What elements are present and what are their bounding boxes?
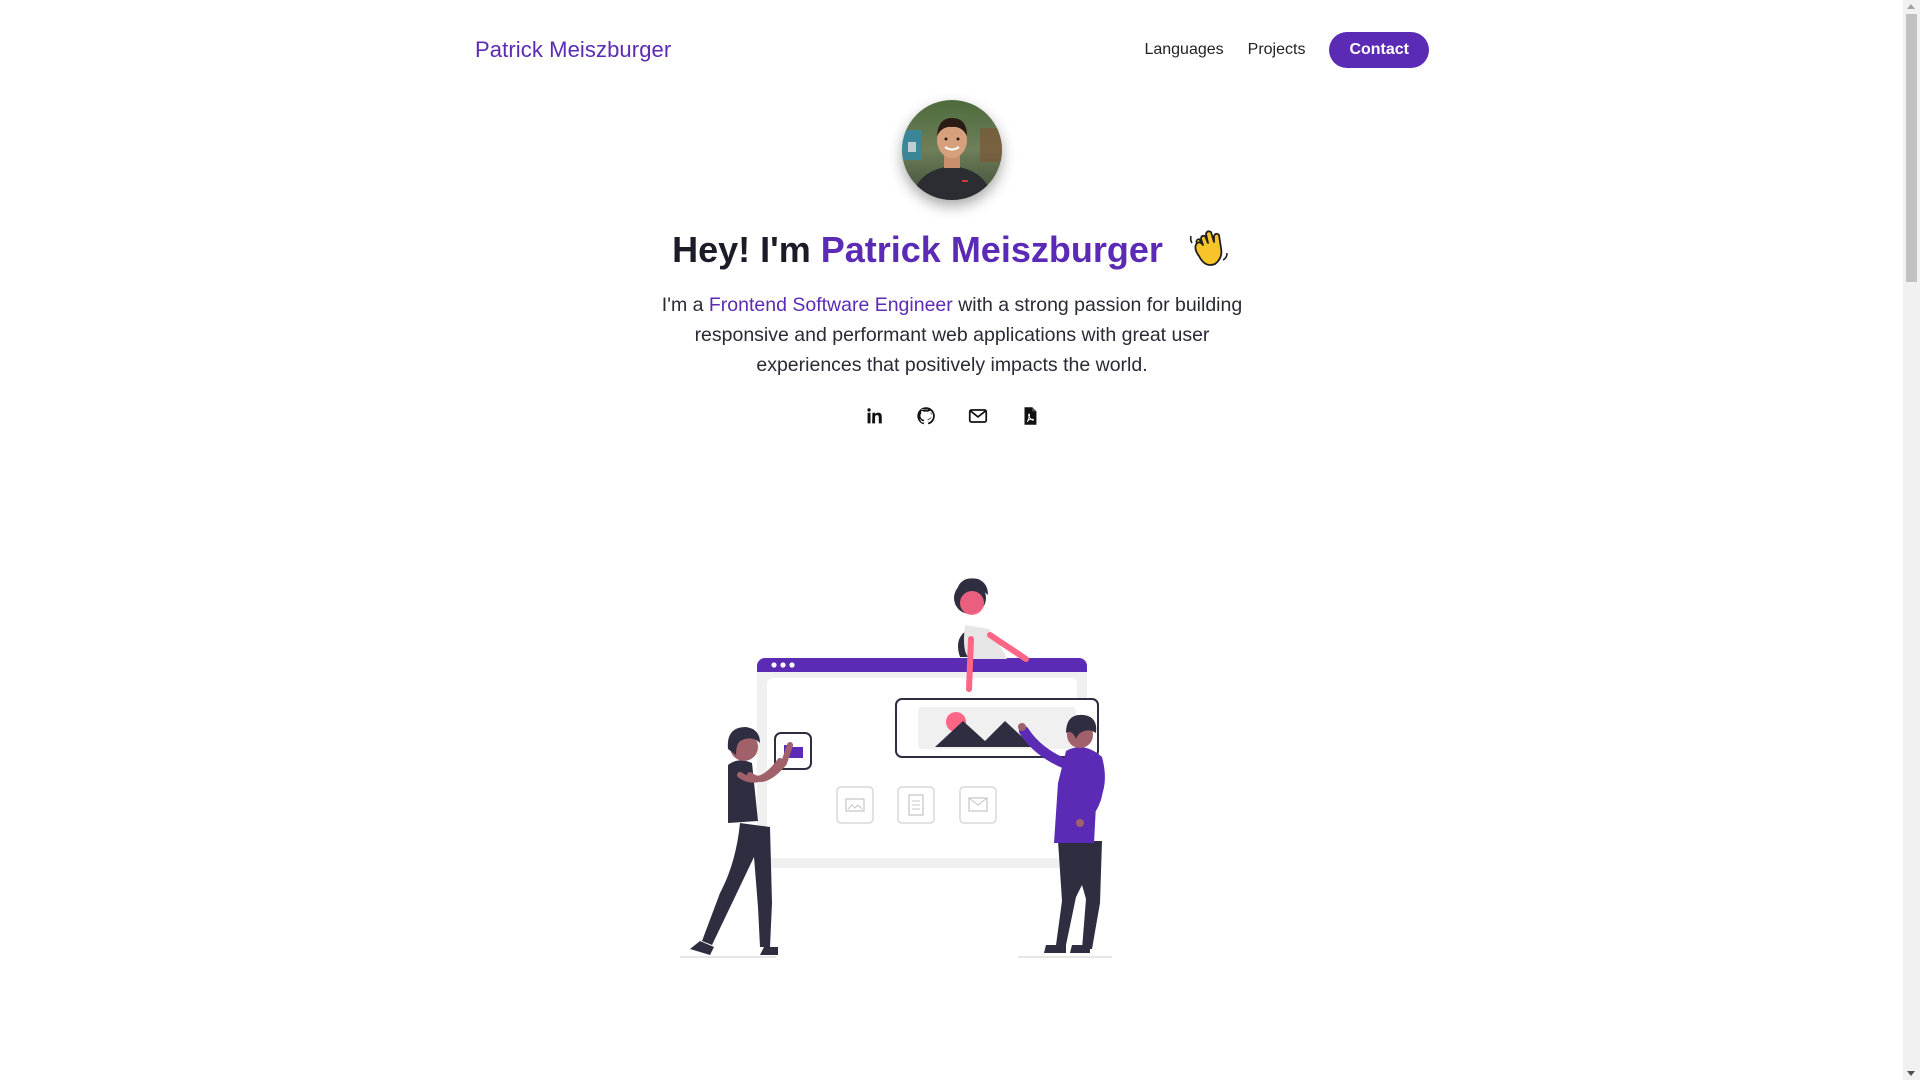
main-nav: Languages Projects Contact [1120, 32, 1429, 68]
github-icon[interactable] [915, 405, 937, 427]
page-scrollbar[interactable] [1903, 0, 1920, 1080]
hero-illustration [680, 565, 1220, 975]
mail-icon[interactable] [967, 405, 989, 427]
hero-title: Hey! I'm Patrick Meiszburger [0, 226, 1903, 271]
hero-name: Patrick Meiszburger [820, 229, 1163, 270]
waving-hand-icon [1187, 226, 1231, 270]
social-links [0, 405, 1903, 427]
page: Patrick Meiszburger Languages Projects C… [0, 0, 1903, 1080]
scrollbar-thumb[interactable] [1906, 14, 1917, 282]
linkedin-icon[interactable] [863, 405, 885, 427]
nav-projects[interactable]: Projects [1248, 41, 1306, 59]
greeting-text: Hey! I'm [672, 229, 811, 270]
pdf-resume-icon[interactable] [1019, 405, 1041, 427]
scroll-up-arrow[interactable] [1907, 4, 1915, 9]
site-header: Patrick Meiszburger Languages Projects C… [475, 32, 1429, 68]
scroll-down-arrow[interactable] [1907, 1071, 1915, 1076]
avatar-photo [902, 100, 1002, 200]
contact-button[interactable]: Contact [1329, 32, 1429, 68]
nav-languages[interactable]: Languages [1144, 41, 1223, 59]
avatar [902, 100, 1002, 200]
hero-description: I'm a Frontend Software Engineer with a … [650, 290, 1254, 380]
desc-prefix: I'm a [661, 294, 704, 316]
brand-logo[interactable]: Patrick Meiszburger [475, 37, 671, 63]
role-highlight: Frontend Software Engineer [708, 294, 953, 316]
